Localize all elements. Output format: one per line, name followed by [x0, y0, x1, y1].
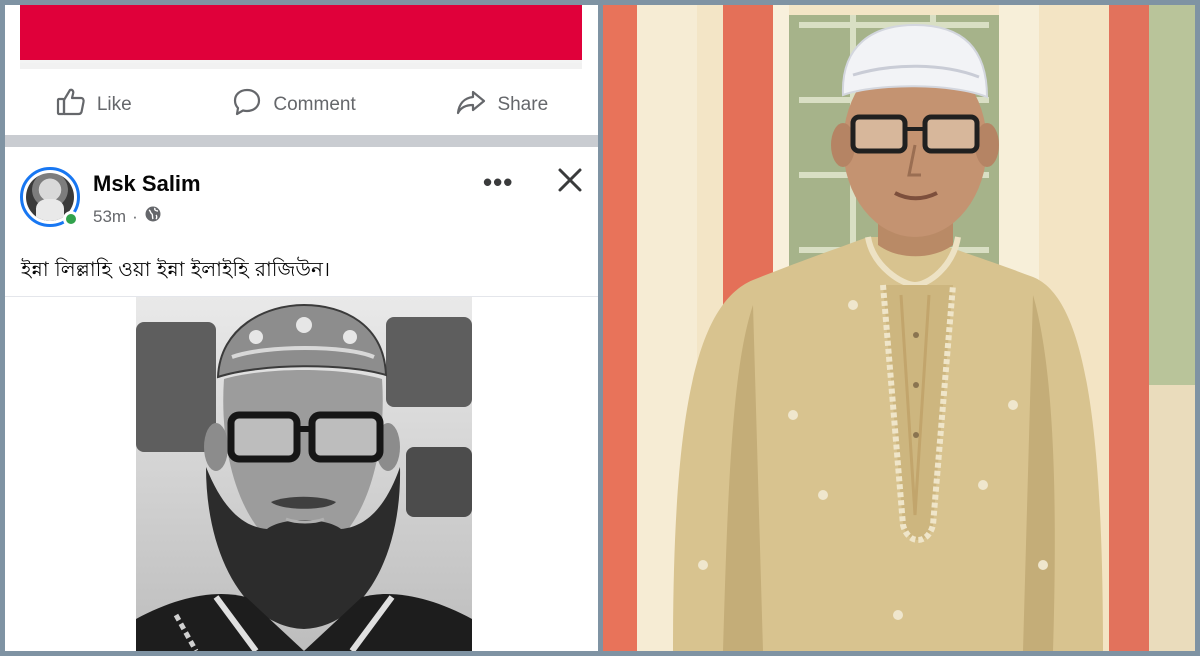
- author-name[interactable]: Msk Salim: [93, 171, 201, 197]
- speech-bubble-icon: [231, 86, 263, 124]
- close-icon: [558, 168, 582, 192]
- meta-separator: ·: [132, 206, 138, 226]
- share-label: Share: [497, 94, 549, 115]
- like-label: Like: [96, 94, 132, 115]
- post-photo[interactable]: [136, 297, 472, 651]
- post-body-text: ইন্না লিল্লাহি ওয়া ইন্না ইলাইহি রাজিউন।: [21, 257, 331, 281]
- facebook-post-panel: Like Comment Share Msk Salim 53m · ••• ই…: [5, 5, 598, 651]
- close-button[interactable]: [555, 165, 585, 195]
- globe-icon: [144, 205, 162, 228]
- portrait-photo-panel: [603, 5, 1195, 651]
- comment-button[interactable]: Comment: [231, 86, 356, 124]
- post-time[interactable]: 53m: [93, 207, 126, 227]
- ellipsis-icon: •••: [483, 167, 514, 197]
- online-status-dot: [63, 211, 79, 227]
- more-options-button[interactable]: •••: [483, 167, 513, 198]
- shared-red-banner-image: [20, 5, 582, 63]
- share-button[interactable]: Share: [455, 86, 548, 124]
- post-meta: 53m ·: [93, 205, 162, 228]
- portrait-illustration: [136, 303, 472, 651]
- portrait-photo: [603, 5, 1195, 651]
- screenshot-frame: Like Comment Share Msk Salim 53m · ••• ই…: [0, 0, 1200, 656]
- like-button[interactable]: Like: [55, 86, 132, 124]
- share-arrow-icon: [455, 86, 487, 124]
- comment-label: Comment: [273, 94, 356, 115]
- post-actions-bar: Like Comment Share: [5, 77, 598, 133]
- feed-separator: [5, 135, 598, 147]
- banner-bottom-edge: [20, 63, 582, 69]
- thumbs-up-icon: [55, 86, 87, 124]
- post-header: Msk Salim 53m · •••: [5, 147, 598, 237]
